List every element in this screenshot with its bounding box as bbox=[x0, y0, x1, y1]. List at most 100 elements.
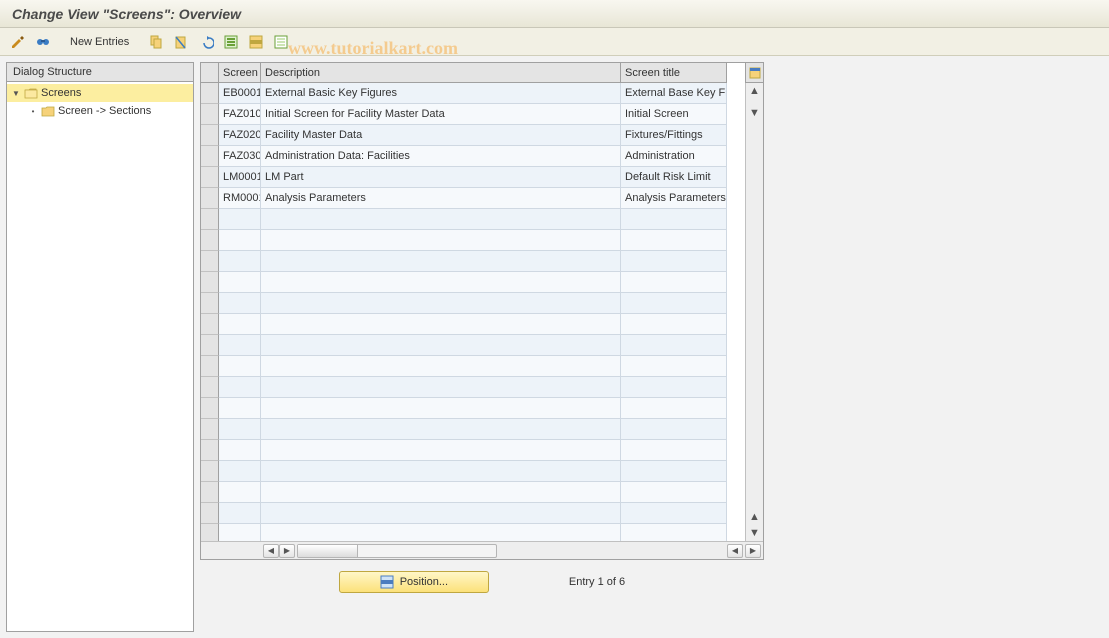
scroll-up-bottom-icon[interactable]: ▲ bbox=[747, 509, 763, 525]
cell-screen[interactable]: EB0001 bbox=[219, 83, 261, 104]
cell-description[interactable]: Analysis Parameters bbox=[261, 188, 621, 209]
cell-description[interactable] bbox=[261, 461, 621, 482]
row-selector[interactable] bbox=[201, 104, 219, 125]
row-selector[interactable] bbox=[201, 377, 219, 398]
cell-screen-title[interactable] bbox=[621, 419, 727, 440]
cell-screen-title[interactable] bbox=[621, 503, 727, 524]
column-header-screen[interactable]: Screen bbox=[219, 63, 261, 83]
hscroll-left-icon[interactable]: ◀ bbox=[263, 544, 279, 558]
row-selector[interactable] bbox=[201, 356, 219, 377]
cell-description[interactable]: Facility Master Data bbox=[261, 125, 621, 146]
cell-description[interactable]: Administration Data: Facilities bbox=[261, 146, 621, 167]
column-header-description[interactable]: Description bbox=[261, 63, 621, 83]
row-selector[interactable] bbox=[201, 251, 219, 272]
cell-screen-title[interactable]: Analysis Parameters bbox=[621, 188, 727, 209]
cell-screen[interactable]: RM0001 bbox=[219, 188, 261, 209]
cell-description[interactable] bbox=[261, 314, 621, 335]
table-settings-button[interactable] bbox=[745, 63, 763, 83]
row-selector[interactable] bbox=[201, 293, 219, 314]
select-all-button[interactable] bbox=[219, 32, 243, 52]
position-button[interactable]: Position... bbox=[339, 571, 489, 593]
cell-screen[interactable] bbox=[219, 293, 261, 314]
cell-description[interactable] bbox=[261, 524, 621, 541]
cell-description[interactable] bbox=[261, 335, 621, 356]
new-entries-button[interactable]: New Entries bbox=[63, 32, 136, 52]
cell-screen[interactable]: FAZ010 bbox=[219, 104, 261, 125]
row-selector[interactable] bbox=[201, 209, 219, 230]
tree-node-screen-sections[interactable]: • Screen -> Sections bbox=[7, 102, 193, 120]
cell-description[interactable] bbox=[261, 377, 621, 398]
hscroll-track[interactable] bbox=[297, 544, 497, 558]
row-selector[interactable] bbox=[201, 272, 219, 293]
row-selector[interactable] bbox=[201, 125, 219, 146]
copy-as-button[interactable] bbox=[144, 32, 168, 52]
toggle-change-mode-button[interactable] bbox=[6, 32, 30, 52]
cell-screen-title[interactable] bbox=[621, 335, 727, 356]
row-selector[interactable] bbox=[201, 482, 219, 503]
cell-screen[interactable] bbox=[219, 419, 261, 440]
vertical-scrollbar[interactable]: ▲ ▼ ▲ ▼ bbox=[745, 83, 763, 541]
cell-screen-title[interactable]: Default Risk Limit bbox=[621, 167, 727, 188]
select-block-button[interactable] bbox=[244, 32, 268, 52]
cell-screen[interactable] bbox=[219, 230, 261, 251]
cell-screen-title[interactable]: Fixtures/Fittings bbox=[621, 125, 727, 146]
cell-description[interactable] bbox=[261, 230, 621, 251]
cell-screen-title[interactable] bbox=[621, 440, 727, 461]
cell-description[interactable]: External Basic Key Figures bbox=[261, 83, 621, 104]
row-selector[interactable] bbox=[201, 188, 219, 209]
cell-screen-title[interactable]: External Base Key Figur bbox=[621, 83, 727, 104]
scroll-down-small-icon[interactable]: ▼ bbox=[747, 105, 763, 121]
cell-screen-title[interactable] bbox=[621, 482, 727, 503]
cell-description[interactable] bbox=[261, 482, 621, 503]
cell-description[interactable] bbox=[261, 419, 621, 440]
cell-description[interactable] bbox=[261, 251, 621, 272]
row-selector[interactable] bbox=[201, 440, 219, 461]
cell-screen[interactable]: FAZ030 bbox=[219, 146, 261, 167]
cell-screen-title[interactable] bbox=[621, 251, 727, 272]
cell-screen-title[interactable]: Initial Screen bbox=[621, 104, 727, 125]
cell-description[interactable] bbox=[261, 356, 621, 377]
collapse-icon[interactable]: ▼ bbox=[11, 88, 21, 98]
cell-screen[interactable] bbox=[219, 398, 261, 419]
cell-screen[interactable]: FAZ020 bbox=[219, 125, 261, 146]
cell-screen-title[interactable] bbox=[621, 377, 727, 398]
cell-screen-title[interactable] bbox=[621, 293, 727, 314]
cell-description[interactable] bbox=[261, 503, 621, 524]
cell-screen[interactable] bbox=[219, 440, 261, 461]
row-selector[interactable] bbox=[201, 335, 219, 356]
delete-button[interactable] bbox=[169, 32, 193, 52]
tree-node-screens[interactable]: ▼ Screens bbox=[7, 84, 193, 102]
row-selector-header[interactable] bbox=[201, 63, 219, 83]
scroll-up-icon[interactable]: ▲ bbox=[747, 83, 763, 99]
cell-description[interactable] bbox=[261, 272, 621, 293]
row-selector[interactable] bbox=[201, 167, 219, 188]
cell-screen-title[interactable] bbox=[621, 524, 727, 541]
cell-screen-title[interactable] bbox=[621, 209, 727, 230]
cell-screen[interactable] bbox=[219, 272, 261, 293]
find-button[interactable] bbox=[31, 32, 55, 52]
row-selector[interactable] bbox=[201, 419, 219, 440]
cell-description[interactable] bbox=[261, 398, 621, 419]
cell-screen-title[interactable] bbox=[621, 356, 727, 377]
cell-screen[interactable] bbox=[219, 209, 261, 230]
hscroll-left-end-icon[interactable]: ◀ bbox=[727, 544, 743, 558]
cell-description[interactable]: Initial Screen for Facility Master Data bbox=[261, 104, 621, 125]
row-selector[interactable] bbox=[201, 461, 219, 482]
cell-screen[interactable] bbox=[219, 482, 261, 503]
row-selector[interactable] bbox=[201, 524, 219, 541]
cell-description[interactable] bbox=[261, 440, 621, 461]
row-selector[interactable] bbox=[201, 83, 219, 104]
hscroll-right-step-icon[interactable]: ▶ bbox=[279, 544, 295, 558]
cell-screen[interactable]: LM0001 bbox=[219, 167, 261, 188]
row-selector[interactable] bbox=[201, 230, 219, 251]
scroll-down-icon[interactable]: ▼ bbox=[747, 525, 763, 541]
cell-screen[interactable] bbox=[219, 356, 261, 377]
cell-screen-title[interactable] bbox=[621, 314, 727, 335]
hscroll-right-end-icon[interactable]: ▶ bbox=[745, 544, 761, 558]
cell-screen-title[interactable] bbox=[621, 398, 727, 419]
cell-description[interactable]: LM Part bbox=[261, 167, 621, 188]
cell-screen[interactable] bbox=[219, 524, 261, 541]
cell-screen[interactable] bbox=[219, 503, 261, 524]
cell-screen-title[interactable] bbox=[621, 230, 727, 251]
cell-screen[interactable] bbox=[219, 377, 261, 398]
